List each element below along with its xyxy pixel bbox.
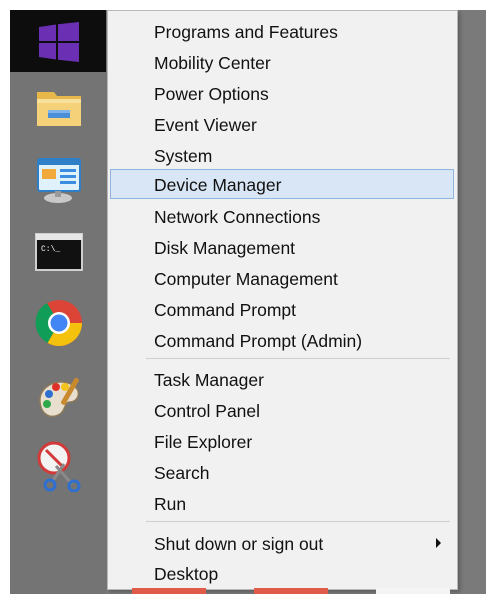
menu-separator [146,358,450,359]
menu-item-label: File Explorer [154,432,253,452]
menu-item-label: Power Options [154,84,269,104]
menu-item-label: Task Manager [154,370,264,390]
start-button[interactable] [10,10,106,72]
menu-item-event-viewer[interactable]: Event Viewer [110,109,454,139]
menu-item-label: Control Panel [154,401,261,421]
paint-icon[interactable] [34,372,84,424]
menu-item-file-explorer[interactable]: File Explorer [110,426,454,456]
snipping-tool-icon[interactable] [34,440,84,492]
menu-separator [146,521,450,522]
menu-item-label: Computer Management [154,269,338,289]
window-thumbnail [376,588,450,594]
file-explorer-icon[interactable] [34,82,84,134]
menu-item-computer-management[interactable]: Computer Management [110,263,454,293]
menu-item-desktop[interactable]: Desktop [110,558,454,588]
menu-item-search[interactable]: Search [110,457,454,487]
menu-item-label: Device Manager [154,175,282,195]
window-thumbnail [132,588,206,594]
submenu-arrow-icon [436,538,441,548]
menu-item-run[interactable]: Run [110,488,454,518]
menu-item-label: Network Connections [154,207,321,227]
menu-item-task-manager[interactable]: Task Manager [110,364,454,394]
menu-item-label: Desktop [154,564,219,584]
menu-item-command-prompt-admin[interactable]: Command Prompt (Admin) [110,325,454,355]
menu-item-label: System [154,146,213,166]
chrome-icon[interactable] [34,298,84,350]
taskbar: C:\_ [10,10,106,594]
menu-item-programs-and-features[interactable]: Programs and Features [110,16,454,46]
menu-item-label: Search [154,463,210,483]
menu-item-network-connections[interactable]: Network Connections [110,201,454,231]
menu-item-mobility-center[interactable]: Mobility Center [110,47,454,77]
menu-item-control-panel[interactable]: Control Panel [110,395,454,425]
svg-text:C:\_: C:\_ [41,245,60,254]
menu-item-device-manager[interactable]: Device Manager [110,169,454,199]
desktop-screen: C:\_ Programs and Features Mobility Cent… [10,10,486,594]
menu-item-label: Run [154,494,187,514]
menu-item-label: Shut down or sign out [154,534,324,554]
window-thumbnail [254,588,328,594]
menu-item-label: Command Prompt (Admin) [154,331,363,351]
menu-item-label: Mobility Center [154,53,271,73]
menu-item-label: Command Prompt [154,300,296,320]
command-prompt-icon[interactable]: C:\_ [34,232,84,284]
menu-item-label: Disk Management [154,238,296,258]
menu-item-label: Programs and Features [154,22,338,42]
menu-item-system[interactable]: System [110,140,454,170]
control-panel-icon[interactable] [34,155,84,207]
windows-start-icon [39,22,79,62]
menu-item-power-options[interactable]: Power Options [110,78,454,108]
menu-item-command-prompt[interactable]: Command Prompt [110,294,454,324]
menu-item-disk-management[interactable]: Disk Management [110,232,454,262]
power-user-menu: Programs and Features Mobility Center Po… [107,10,458,590]
menu-item-shut-down-or-sign-out[interactable]: Shut down or sign out [110,528,454,558]
menu-item-label: Event Viewer [154,115,257,135]
